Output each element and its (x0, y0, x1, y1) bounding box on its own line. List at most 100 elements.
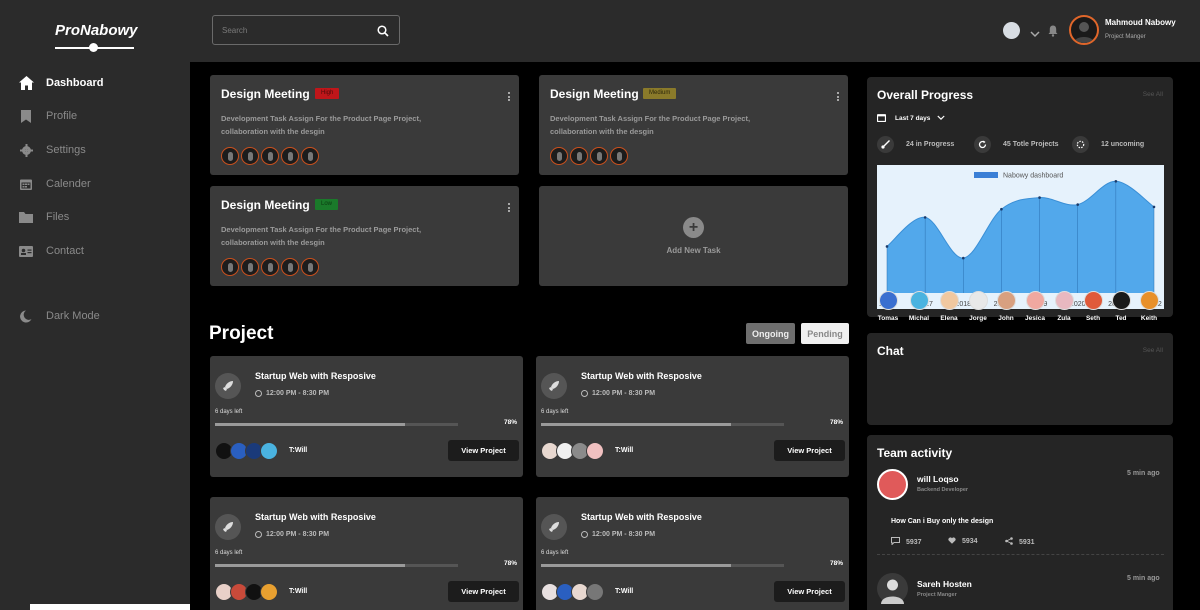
activity-user-role: Backend Developer (917, 487, 969, 493)
more-options-icon[interactable] (508, 92, 510, 101)
days-left: 6 days left (215, 409, 243, 415)
chat-contact[interactable]: Keith (1134, 291, 1164, 322)
team-avatars (215, 583, 278, 601)
more-options-icon[interactable] (837, 92, 839, 101)
sidebar-item-label: Settings (46, 144, 86, 156)
see-all-link[interactable]: See All (1143, 91, 1163, 98)
search-input[interactable] (222, 23, 372, 37)
view-project-button[interactable]: View Project (448, 581, 519, 602)
search-icon[interactable] (377, 24, 389, 42)
team-label: T:Will (289, 588, 308, 595)
clock-icon (581, 390, 588, 397)
avatar (241, 147, 259, 165)
chat-contact[interactable]: Michal (904, 291, 934, 322)
plus-icon: + (683, 217, 704, 238)
sidebar-item-files[interactable]: Files (18, 207, 188, 227)
chart-point (961, 256, 965, 260)
like-stat[interactable]: 5934 (948, 537, 978, 546)
task-desc-line: Development Task Assign For the Product … (550, 114, 751, 123)
sidebar-item-profile[interactable]: Profile (18, 106, 188, 126)
share-stat[interactable]: 5931 (1005, 537, 1035, 547)
sidebar: ProNabowy Dashboard Profile Settings Cal… (0, 0, 190, 610)
view-project-button[interactable]: View Project (774, 440, 845, 461)
dark-mode-toggle[interactable]: Dark Mode (18, 306, 188, 326)
top-bar: Mahmoud Nabowy Project Manger (190, 0, 1200, 62)
avatar (261, 258, 279, 276)
add-task-card[interactable]: + Add New Task (539, 186, 848, 286)
task-card[interactable]: Design Meeting Low Development Task Assi… (210, 186, 519, 286)
dark-mode-label: Dark Mode (46, 310, 100, 322)
more-options-icon[interactable] (508, 203, 510, 212)
avatar[interactable] (877, 469, 908, 500)
avatar[interactable] (877, 573, 908, 604)
chart-point (1000, 207, 1003, 211)
chat-contact[interactable]: John (991, 291, 1021, 322)
activity-message: How Can i Buy only the design (891, 518, 994, 525)
clock-icon (255, 390, 262, 397)
stat-in-progress: 24 in Progress (877, 136, 954, 153)
view-project-button[interactable]: View Project (774, 581, 845, 602)
sidebar-item-calender[interactable]: Calender (18, 174, 188, 194)
chat-contact[interactable]: Elena (934, 291, 964, 322)
see-all-link[interactable]: See All (1143, 347, 1163, 354)
chat-contact[interactable]: Jesica (1020, 291, 1050, 322)
progress-percent: 78% (830, 419, 844, 426)
days-left: 6 days left (215, 550, 243, 556)
sidebar-item-label: Files (46, 211, 70, 223)
team-label: T:Will (289, 447, 308, 454)
team-label: T:Will (615, 447, 634, 454)
chat-contact[interactable]: Tomas (873, 291, 903, 322)
search-box (212, 15, 400, 45)
period-select[interactable]: Last 7 days (877, 113, 946, 124)
tab-ongoing[interactable]: Ongoing (746, 323, 795, 344)
progress-fill (215, 423, 405, 426)
avatar (1025, 291, 1045, 310)
chat-contact-name: Keith (1140, 315, 1158, 322)
chart-point (1038, 196, 1041, 199)
task-description: Development Task Assign For the Product … (221, 223, 471, 249)
chat-contact[interactable]: Seth (1078, 291, 1108, 322)
chat-contact-name: John (998, 315, 1014, 322)
heart-icon (948, 537, 956, 546)
sidebar-item-settings[interactable]: Settings (18, 140, 188, 160)
task-description: Development Task Assign For the Product … (550, 112, 800, 138)
activity-divider (877, 554, 1164, 555)
chat-contact[interactable]: Ted (1106, 291, 1136, 322)
avatar (550, 147, 568, 165)
task-card[interactable]: Design Meeting High Development Task Ass… (210, 75, 519, 175)
stat-upcoming: 12 uncoming (1072, 136, 1144, 153)
progress-bar (215, 564, 458, 567)
sidebar-item-label: Dashboard (46, 77, 104, 89)
avatar (610, 147, 628, 165)
sidebar-item-dashboard[interactable]: Dashboard (18, 73, 188, 93)
brand-logo[interactable]: ProNabowy (55, 22, 138, 39)
language-flag-icon[interactable] (1003, 22, 1020, 39)
user-avatar[interactable] (1069, 15, 1099, 45)
chat-contact[interactable]: Jorge (963, 291, 993, 322)
avatar (301, 147, 319, 165)
task-title: Design Meeting (550, 87, 639, 101)
task-card[interactable]: Design Meeting Medium Development Task A… (539, 75, 848, 175)
task-title: Design Meeting (221, 87, 310, 101)
activity-user-name[interactable]: will Loqso (917, 474, 959, 484)
bell-icon[interactable] (1048, 24, 1058, 42)
avatar (939, 291, 959, 310)
view-project-button[interactable]: View Project (448, 440, 519, 461)
task-desc-line: collaboration with the desgin (550, 127, 654, 136)
activity-user-name[interactable]: Sareh Hosten (917, 579, 972, 589)
stat-label: 12 uncoming (1101, 141, 1145, 148)
chart-point (885, 245, 889, 248)
project-card: Startup Web with Resposive 12:00 PM - 8:… (210, 497, 523, 610)
stat-total-projects: 45 Totle Projects (974, 136, 1059, 153)
chat-contact-name: Tomas (877, 315, 899, 322)
tab-pending[interactable]: Pending (801, 323, 849, 344)
chat-contact[interactable]: Zula (1049, 291, 1079, 322)
chevron-down-icon[interactable] (1030, 25, 1040, 43)
sidebar-item-contact[interactable]: Contact (18, 241, 188, 261)
progress-chart: Nabowy dashboard 20162017201820192019202… (877, 165, 1164, 309)
avatar (878, 291, 898, 310)
comment-stat[interactable]: 5937 (891, 537, 922, 547)
user-name: Mahmoud Nabowy (1105, 18, 1176, 27)
avatar (909, 291, 929, 310)
project-time-text: 12:00 PM - 8:30 PM (592, 390, 656, 397)
